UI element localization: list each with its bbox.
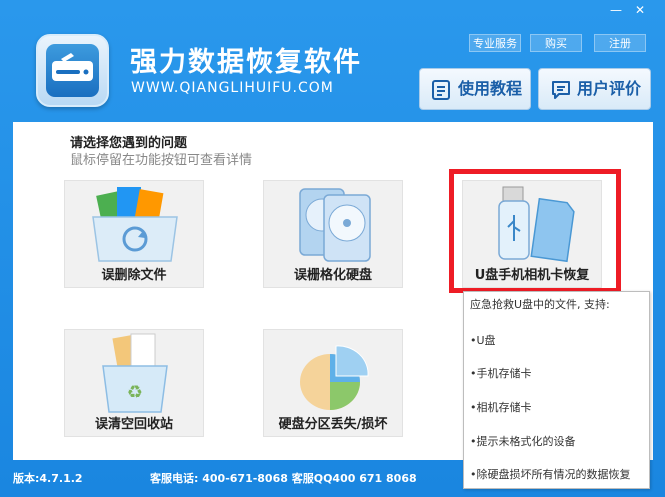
review-button[interactable]: 用户评价	[538, 68, 651, 110]
hint-text: 鼠标停留在功能按钮可查看详情	[70, 153, 253, 168]
tile-deleted-files[interactable]: 误删除文件	[64, 180, 204, 288]
tile-label: 误删除文件	[101, 268, 167, 283]
deleted-files-icon	[92, 187, 178, 262]
pro-service-link[interactable]: 专业服务	[469, 34, 521, 52]
tile-partition[interactable]: 硬盘分区丢失/损坏	[263, 329, 403, 437]
header: — ✕ 强力数据恢复软件 WWW.QIANGLIHUIFU.COM 专业服务 购…	[0, 0, 665, 120]
tooltip-item: •提示未格式化的设备	[470, 435, 576, 448]
app-window: — ✕ 强力数据恢复软件 WWW.QIANGLIHUIFU.COM 专业服务 购…	[0, 0, 665, 497]
tooltip: 应急抢救U盘中的文件, 支持: •U盘 •手机存储卡 •相机存储卡 •提示未格式…	[463, 291, 650, 489]
hard-drive-icon	[52, 53, 93, 81]
app-title: 强力数据恢复软件	[130, 47, 362, 78]
service-contact: 客服电话: 400-671-8068 客服QQ400 671 8068	[150, 472, 417, 485]
document-icon	[432, 80, 450, 100]
format-disk-icon	[299, 188, 371, 262]
tooltip-item: •相机存储卡	[470, 401, 532, 414]
review-label: 用户评价	[577, 79, 642, 98]
tutorial-button[interactable]: 使用教程	[419, 68, 531, 110]
svg-text:♻: ♻	[127, 382, 143, 403]
buy-link[interactable]: 购买	[530, 34, 582, 52]
version-text: 版本:4.7.1.2	[13, 472, 83, 485]
tile-label: 误栅格化硬盘	[293, 268, 372, 283]
register-link[interactable]: 注册	[594, 34, 646, 52]
tooltip-heading: 应急抢救U盘中的文件, 支持:	[470, 298, 610, 311]
recycle-bin-icon: ♻	[102, 333, 168, 413]
app-logo	[36, 34, 109, 107]
close-button[interactable]: ✕	[630, 2, 650, 18]
minimize-button[interactable]: —	[606, 2, 626, 18]
comment-icon	[552, 81, 570, 99]
tile-format-disk[interactable]: 误栅格化硬盘	[263, 180, 403, 288]
footer: 版本:4.7.1.2 客服电话: 400-671-8068 客服QQ400 67…	[0, 462, 665, 497]
tile-recycle-bin[interactable]: ♻ 误清空回收站	[64, 329, 204, 437]
selection-highlight	[449, 169, 621, 293]
app-url: WWW.QIANGLIHUIFU.COM	[131, 80, 334, 96]
tooltip-item: •手机存储卡	[470, 367, 532, 380]
tutorial-label: 使用教程	[458, 79, 523, 98]
tooltip-item: •U盘	[470, 334, 496, 347]
tile-label: 误清空回收站	[94, 417, 173, 432]
partition-icon	[300, 345, 369, 410]
tile-label: 硬盘分区丢失/损坏	[278, 417, 388, 432]
